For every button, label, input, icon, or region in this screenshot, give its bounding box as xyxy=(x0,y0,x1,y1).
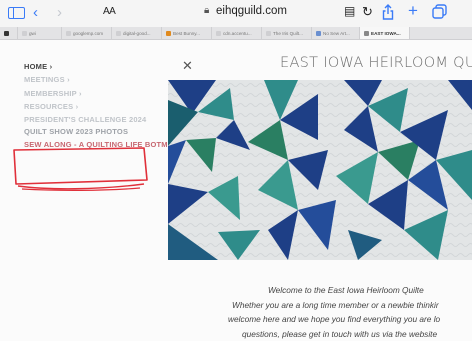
reload-icon[interactable]: ↻ xyxy=(362,4,373,20)
tab[interactable]: The Iris Quilt... xyxy=(262,27,312,39)
tab-overview-icon[interactable] xyxy=(432,4,447,24)
tab-active[interactable]: EAST IOWA... xyxy=(360,27,410,39)
reader-icon[interactable]: ▤ xyxy=(344,4,355,18)
tab-favicon xyxy=(166,31,171,36)
tab[interactable]: googlemp.com xyxy=(62,27,112,39)
new-tab-icon[interactable]: + xyxy=(408,2,418,20)
welcome-line: Whether you are a long time member or a … xyxy=(232,298,472,313)
nav-item-quilt-show-photos[interactable]: QUILT SHOW 2023 PHOTOS xyxy=(24,127,174,137)
nav-item-membership[interactable]: MEMBERSHIP xyxy=(24,89,174,99)
browser-toolbar: ‹ › AA 🔒︎ eihqguild.com ▤ ↻ + xyxy=(0,0,472,27)
nav-item-home[interactable]: HOME xyxy=(24,62,174,72)
tab[interactable]: No Sew Art... xyxy=(312,27,360,39)
site-nav-menu: HOME MEETINGS MEMBERSHIP RESOURCES PRESI… xyxy=(24,62,174,153)
tab-label: No Sew Art... xyxy=(323,31,350,36)
site-title: EAST IOWA HEIRLOOM QUI xyxy=(280,55,472,71)
tab[interactable]: digital-good... xyxy=(112,27,162,39)
nav-item-resources[interactable]: RESOURCES xyxy=(24,102,174,112)
welcome-text: Welcome to the East Iowa Heirloom Quilte… xyxy=(168,283,472,341)
tab-favicon xyxy=(116,31,121,36)
back-icon[interactable]: ‹ xyxy=(33,4,38,22)
welcome-line: Welcome to the East Iowa Heirloom Quilte xyxy=(268,283,472,298)
address-bar[interactable]: eihqguild.com xyxy=(216,5,287,17)
tab-label: googlemp.com xyxy=(73,31,103,36)
tab[interactable] xyxy=(0,27,18,39)
tab-favicon xyxy=(266,31,271,36)
tab[interactable]: gwi xyxy=(18,27,62,39)
tab-bar: gwi googlemp.com digital-good... Best Bu… xyxy=(0,27,472,40)
tab-favicon xyxy=(364,31,369,36)
tab-favicon xyxy=(316,31,321,36)
tab-label: EAST IOWA... xyxy=(371,31,401,36)
tab[interactable]: Best Bunny... xyxy=(162,27,212,39)
red-circle-annotation xyxy=(8,144,153,194)
tab-label: digital-good... xyxy=(123,31,151,36)
lock-icon: 🔒︎ xyxy=(204,5,209,16)
tab-favicon xyxy=(4,31,9,36)
tab-label: gwi xyxy=(29,31,36,36)
hero-quilt-image xyxy=(168,80,472,260)
tab-label: cdn.accentu... xyxy=(223,31,252,36)
tab[interactable]: cdn.accentu... xyxy=(212,27,262,39)
forward-icon[interactable]: › xyxy=(57,4,62,22)
text-size-button[interactable]: AA xyxy=(103,6,115,17)
share-icon[interactable] xyxy=(382,4,394,25)
nav-item-meetings[interactable]: MEETINGS xyxy=(24,75,174,85)
tab-favicon xyxy=(216,31,221,36)
tab-label: Best Bunny... xyxy=(173,31,200,36)
nav-item-presidents-challenge[interactable]: PRESIDENT'S CHALLENGE 2024 xyxy=(24,115,174,124)
tab-favicon xyxy=(66,31,71,36)
close-menu-icon[interactable]: ✕ xyxy=(182,58,193,74)
sidebar-toggle-icon[interactable] xyxy=(8,7,25,19)
tab-label: The Iris Quilt... xyxy=(273,31,303,36)
welcome-line: questions, please get in touch with us v… xyxy=(242,327,472,341)
tab-favicon xyxy=(22,31,27,36)
welcome-line: welcome here and we hope you find everyt… xyxy=(228,312,472,327)
